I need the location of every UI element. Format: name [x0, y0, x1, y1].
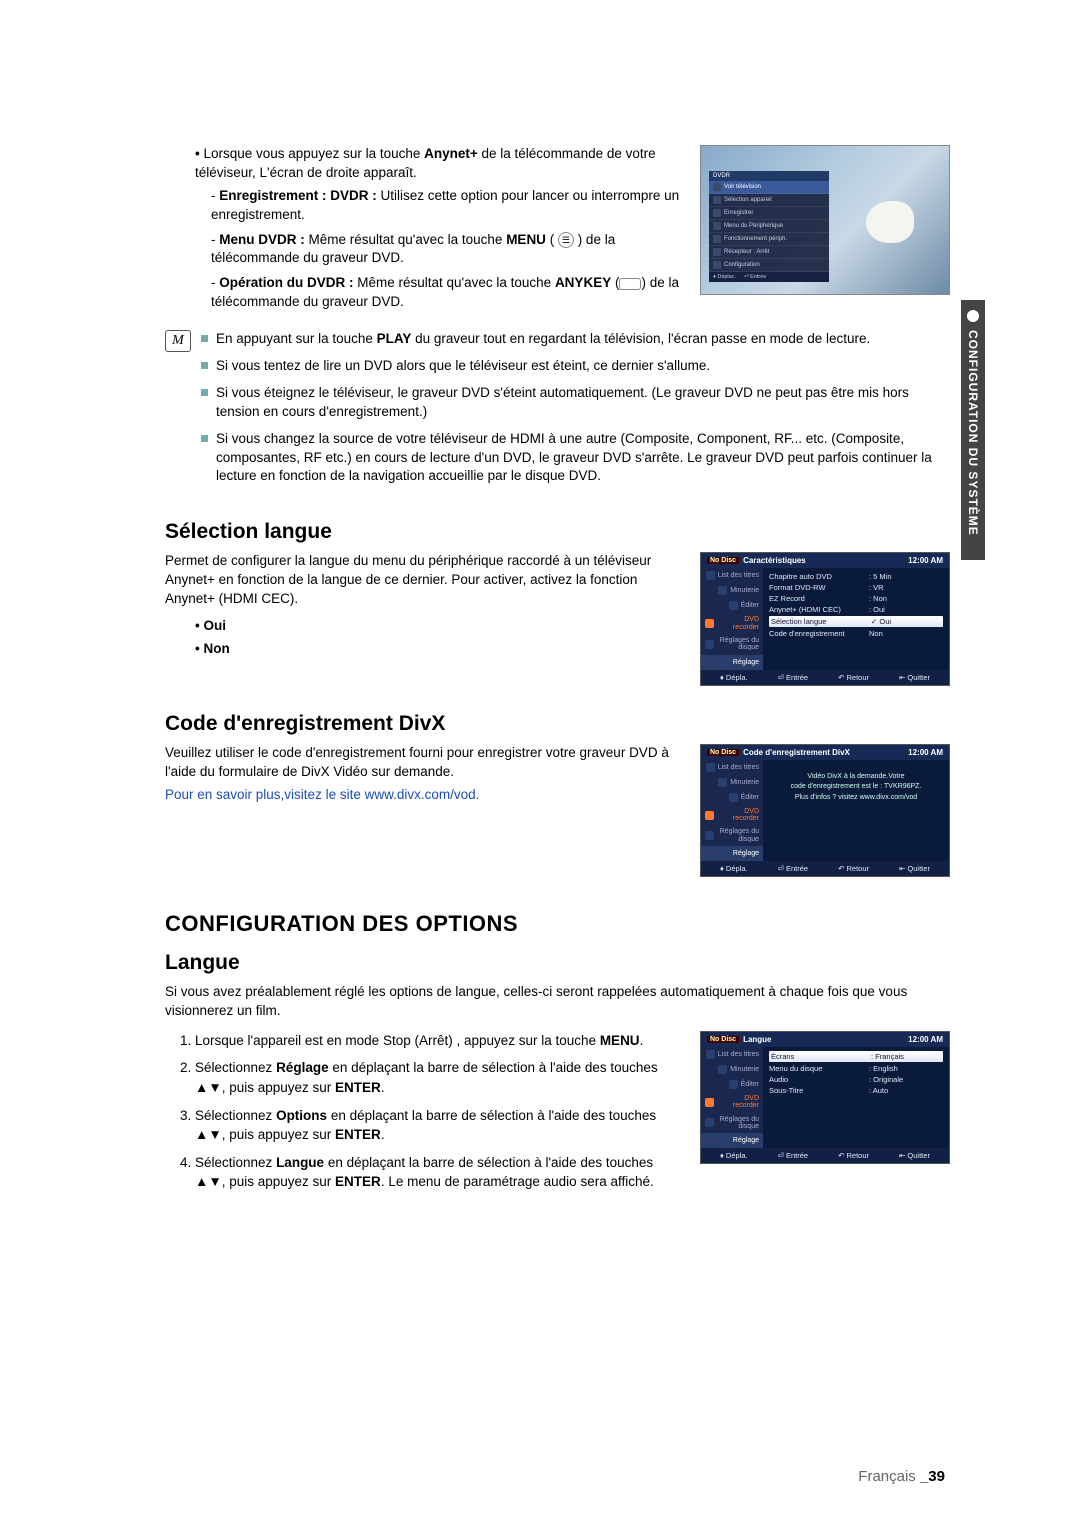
anynet-item-3: Opération du DVDR : Même résultat qu'ave…: [211, 274, 682, 312]
anynet-menu-panel: DVDR Voir télévision Sélection appareil …: [709, 171, 829, 282]
anynet-menu-item: Récepteur : Arrêt: [709, 246, 829, 259]
anynet-item-1: Enregistrement : DVDR : Utilisez cette o…: [211, 187, 682, 225]
options-paragraph: Si vous avez préalablement réglé les opt…: [165, 983, 950, 1021]
anynet-menu-item: Voir télévision: [709, 181, 829, 194]
osd-title: Caractéristiques: [743, 556, 806, 565]
osd-side-nav: List des titres Minuterie Éditer DVD rec…: [701, 568, 763, 669]
step-item: Sélectionnez Réglage en déplaçant la bar…: [195, 1058, 682, 1097]
section-major-options: CONFIGURATION DES OPTIONS: [165, 911, 950, 937]
step-item: Lorsque l'appareil est en mode Stop (Arr…: [195, 1031, 682, 1051]
osd-footer: ♦ Dépla. ⏎ Entrée ↶ Retour ⇤ Quitter: [701, 1148, 949, 1163]
osd-title: Langue: [743, 1035, 771, 1044]
anynet-tv-preview: DVDR Voir télévision Sélection appareil …: [700, 145, 950, 295]
note-item: En appuyant sur la touche PLAY du graveu…: [201, 330, 950, 349]
osd-nodisc-badge: No Disc: [707, 1036, 739, 1043]
divx-link[interactable]: Pour en savoir plus,visitez le site www.…: [165, 786, 682, 805]
anynet-menu-footer: ♦ Déplac. ⏎ Entrée: [709, 272, 829, 282]
osd-time: 12:00 AM: [908, 556, 943, 565]
section-title-langue: Langue: [165, 951, 950, 975]
preview-bird-shape: [866, 201, 914, 243]
section-title-divx: Code d'enregistrement DivX: [165, 712, 950, 736]
note-item: Si vous tentez de lire un DVD alors que …: [201, 357, 950, 376]
osd-time: 12:00 AM: [908, 748, 943, 757]
section-title-lang: Sélection langue: [165, 520, 950, 544]
anynet-menu-item: Sélection appareil: [709, 194, 829, 207]
osd-nodisc-badge: No Disc: [707, 557, 739, 564]
anynet-menu-header: DVDR: [709, 171, 829, 181]
side-tab: CONFIGURATION DU SYSTÈME: [961, 300, 985, 560]
osd-divx: No Disc Code d'enregistrement DivX 12:00…: [700, 744, 950, 877]
anynet-menu-item: Menu du Périphérique: [709, 220, 829, 233]
osd-footer: ♦ Dépla. ⏎ Entrée ↶ Retour ⇤ Quitter: [701, 670, 949, 685]
side-tab-dot: [967, 310, 979, 322]
osd-title: Code d'enregistrement DivX: [743, 748, 850, 757]
anynet-intro: Lorsque vous appuyez sur la touche Anyne…: [195, 145, 682, 183]
anynet-menu-item: Configuration: [709, 259, 829, 272]
anykey-icon: [619, 278, 641, 290]
page-footer: Français _39: [858, 1468, 945, 1485]
osd-time: 12:00 AM: [908, 1035, 943, 1044]
side-tab-label: CONFIGURATION DU SYSTÈME: [966, 330, 980, 536]
osd-side-nav: List des titres Minuterie Éditer DVD rec…: [701, 760, 763, 861]
divx-paragraph: Veuillez utiliser le code d'enregistreme…: [165, 744, 682, 782]
lang-paragraph: Permet de configurer la langue du menu d…: [165, 552, 682, 609]
note-icon: M: [165, 330, 191, 352]
osd-caracteristiques: No Disc Caractéristiques 12:00 AM List d…: [700, 552, 950, 685]
note-item: Si vous changez la source de votre télév…: [201, 430, 950, 487]
options-steps: Lorsque l'appareil est en mode Stop (Arr…: [195, 1031, 682, 1192]
osd-nodisc-badge: No Disc: [707, 749, 739, 756]
osd-langue: No Disc Langue 12:00 AM List des titres …: [700, 1031, 950, 1164]
lang-option-oui: Oui: [195, 617, 682, 636]
osd-divx-msg: Vidéo DivX à la demande.Votre code d'enr…: [769, 764, 943, 812]
menu-remote-icon: ☰: [558, 232, 574, 248]
osd-side-nav: List des titres Minuterie Éditer DVD rec…: [701, 1047, 763, 1148]
step-item: Sélectionnez Langue en déplaçant la barr…: [195, 1153, 682, 1192]
anynet-menu-item: Enregistrer: [709, 207, 829, 220]
step-item: Sélectionnez Options en déplaçant la bar…: [195, 1106, 682, 1145]
anynet-menu-item: Fonctionnement périph.: [709, 233, 829, 246]
note-item: Si vous éteignez le téléviseur, le grave…: [201, 384, 950, 422]
osd-footer: ♦ Dépla. ⏎ Entrée ↶ Retour ⇤ Quitter: [701, 861, 949, 876]
anynet-item-2: Menu DVDR : Même résultat qu'avec la tou…: [211, 231, 682, 269]
lang-option-non: Non: [195, 640, 682, 659]
